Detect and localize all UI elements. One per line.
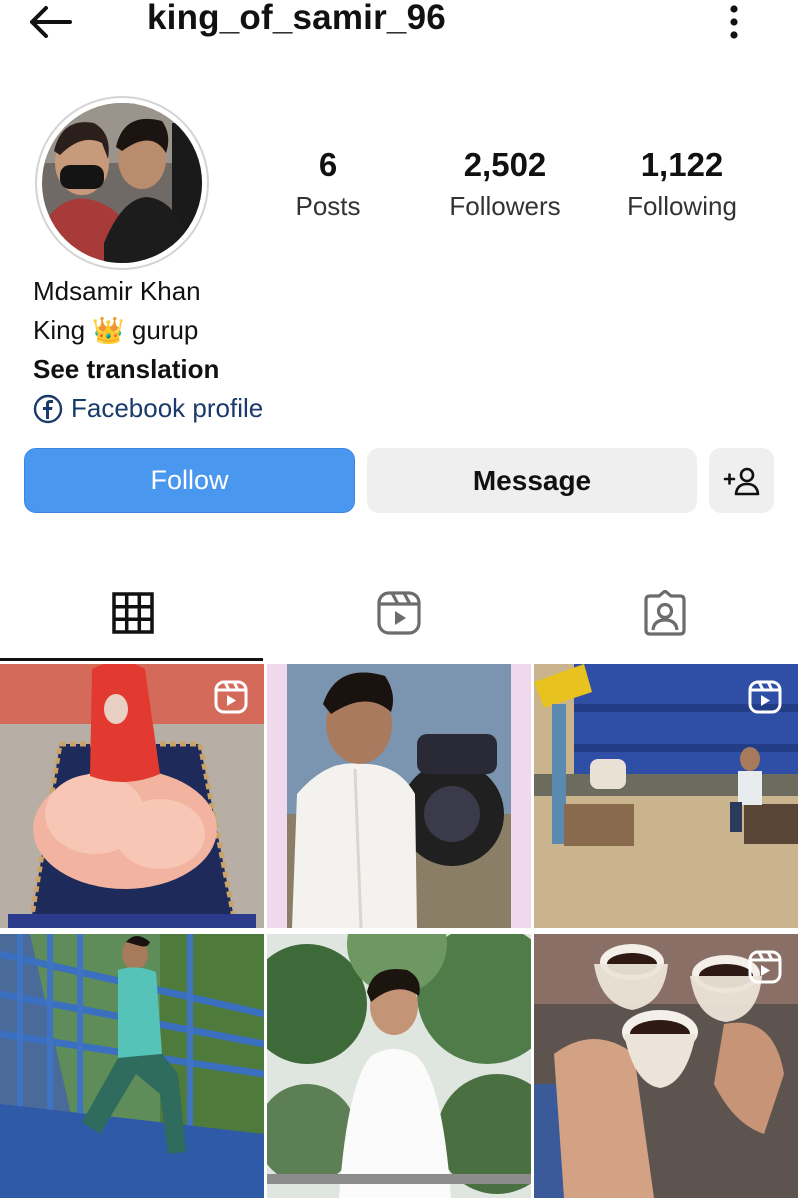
reel-badge-icon <box>214 680 248 714</box>
post-thumbnail-4[interactable] <box>0 934 264 1198</box>
tab-tagged[interactable] <box>532 565 798 661</box>
facebook-icon <box>33 394 63 423</box>
profile-avatar[interactable] <box>35 96 209 270</box>
facebook-profile-label: Facebook profile <box>71 393 264 423</box>
active-tab-indicator <box>0 658 263 661</box>
reel-badge-icon <box>748 950 782 984</box>
profile-tabs <box>0 565 798 663</box>
following-stat[interactable]: 1,122 Following <box>592 145 772 227</box>
arrow-left-icon <box>30 6 72 38</box>
more-options-button[interactable] <box>716 2 752 42</box>
reels-icon <box>377 591 421 635</box>
post-thumbnail-6[interactable] <box>534 934 798 1198</box>
more-vertical-icon <box>730 5 738 39</box>
posts-stat[interactable]: 6 Posts <box>238 145 418 227</box>
posts-label: Posts <box>295 191 361 221</box>
follow-button[interactable]: Follow <box>24 448 355 513</box>
reel-badge-icon <box>748 680 782 714</box>
tab-reels[interactable] <box>266 565 532 661</box>
see-translation-link[interactable]: See translation <box>33 350 263 389</box>
posts-count: 6 <box>318 146 338 183</box>
post-thumbnail-1[interactable] <box>0 664 264 928</box>
profile-username: king_of_samir_96 <box>147 0 446 37</box>
bio-text-prefix: King <box>33 315 86 345</box>
post-thumbnail-2[interactable] <box>267 664 531 928</box>
bio-text-suffix: gurup <box>131 315 199 345</box>
grid-icon <box>112 592 154 634</box>
top-bar: king_of_samir_96 <box>0 0 798 48</box>
message-button[interactable]: Message <box>367 448 697 513</box>
back-button[interactable] <box>26 2 86 42</box>
display-name: Mdsamir Khan <box>33 276 201 306</box>
add-user-icon <box>723 467 759 495</box>
facebook-profile-link[interactable]: Facebook profile <box>33 389 263 428</box>
tagged-icon <box>644 590 686 636</box>
following-label: Following <box>627 191 737 221</box>
post-thumbnail-3[interactable] <box>534 664 798 928</box>
avatar-photo <box>42 103 202 263</box>
suggested-accounts-button[interactable] <box>709 448 774 513</box>
post-thumbnail-5[interactable] <box>267 934 531 1198</box>
tab-posts-grid[interactable] <box>0 565 266 661</box>
following-count: 1,122 <box>640 146 724 183</box>
followers-label: Followers <box>449 191 561 221</box>
followers-stat[interactable]: 2,502 Followers <box>415 145 595 227</box>
posts-grid <box>0 664 798 1200</box>
followers-count: 2,502 <box>463 146 547 183</box>
profile-bio: Mdsamir Khan King 👑 gurup See translatio… <box>33 272 263 428</box>
bio-text: King 👑 gurup <box>33 311 263 350</box>
crown-emoji: 👑 <box>92 315 125 345</box>
